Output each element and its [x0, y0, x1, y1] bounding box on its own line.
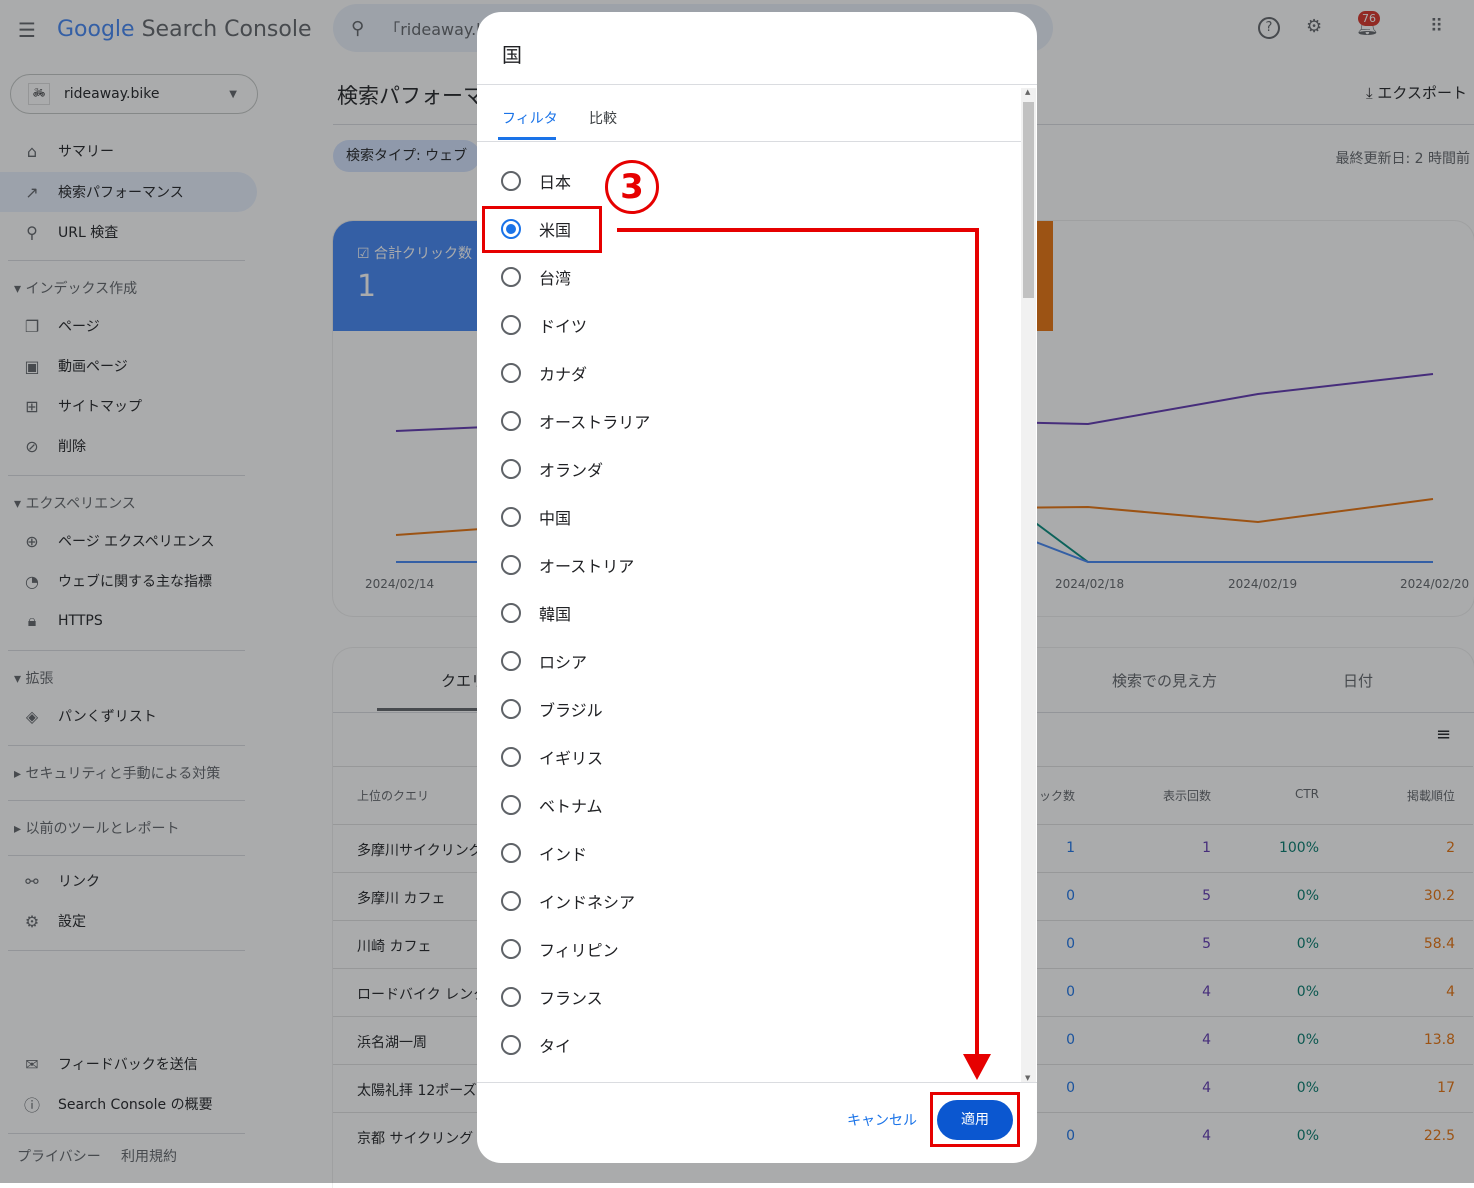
- country-option[interactable]: オランダ: [501, 445, 603, 493]
- scrollbar[interactable]: ▲ ▼: [1021, 88, 1036, 1082]
- radio-button[interactable]: [501, 651, 521, 671]
- radio-button[interactable]: [501, 411, 521, 431]
- country-label: オーストラリア: [539, 413, 651, 432]
- country-label: インドネシア: [539, 893, 636, 912]
- radio-button[interactable]: [501, 843, 521, 863]
- country-label: 日本: [539, 173, 572, 192]
- country-label: 台湾: [539, 269, 572, 288]
- radio-button[interactable]: [501, 699, 521, 719]
- country-label: ベトナム: [539, 797, 603, 816]
- scrollbar-thumb[interactable]: [1023, 102, 1034, 298]
- radio-button[interactable]: [501, 939, 521, 959]
- country-option[interactable]: イギリス: [501, 733, 603, 781]
- radio-button[interactable]: [501, 1035, 521, 1055]
- divider: [477, 1082, 1037, 1083]
- tab-indicator: [498, 137, 556, 140]
- highlight-box-us: [482, 206, 602, 253]
- country-label: フランス: [539, 989, 603, 1008]
- step-number-badge: 3: [605, 160, 659, 214]
- highlight-box-apply: [930, 1092, 1020, 1147]
- country-option[interactable]: タイ: [501, 1021, 571, 1069]
- country-option[interactable]: 中国: [501, 493, 571, 541]
- country-label: タイ: [539, 1037, 572, 1056]
- country-option[interactable]: ロシア: [501, 637, 587, 685]
- country-label: 韓国: [539, 605, 572, 624]
- divider: [477, 141, 1022, 142]
- radio-button[interactable]: [501, 987, 521, 1007]
- country-option[interactable]: ベトナム: [501, 781, 603, 829]
- radio-button[interactable]: [501, 315, 521, 335]
- radio-button[interactable]: [501, 171, 521, 191]
- scroll-up-icon[interactable]: ▲: [1025, 88, 1030, 96]
- country-label: 中国: [539, 509, 572, 528]
- country-option[interactable]: オーストラリア: [501, 397, 650, 445]
- country-label: オランダ: [539, 461, 604, 480]
- cancel-button[interactable]: キャンセル: [847, 1110, 917, 1130]
- divider: [477, 84, 1037, 85]
- country-filter-dialog: 国 フィルタ 比較 日本 米国 台湾 ドイツ カナダ オーストラリア オランダ 中国 オーストリ…: [477, 12, 1037, 1163]
- radio-button[interactable]: [501, 507, 521, 527]
- radio-button[interactable]: [501, 747, 521, 767]
- country-option[interactable]: カナダ: [501, 349, 587, 397]
- country-label: ブラジル: [539, 701, 603, 720]
- country-label: オーストリア: [539, 557, 635, 576]
- radio-button[interactable]: [501, 267, 521, 287]
- country-label: フィリピン: [539, 941, 619, 960]
- country-option[interactable]: ドイツ: [501, 301, 587, 349]
- radio-button[interactable]: [501, 363, 521, 383]
- country-label: ロシア: [539, 653, 588, 672]
- country-label: ドイツ: [539, 317, 588, 336]
- scroll-down-icon[interactable]: ▼: [1025, 1074, 1030, 1082]
- country-option[interactable]: オーストリア: [501, 541, 634, 589]
- country-option[interactable]: インド: [501, 829, 587, 877]
- radio-button[interactable]: [501, 891, 521, 911]
- country-label: カナダ: [539, 365, 588, 384]
- country-label: インド: [539, 845, 588, 864]
- country-option[interactable]: 台湾: [501, 253, 571, 301]
- radio-button[interactable]: [501, 459, 521, 479]
- radio-button[interactable]: [501, 603, 521, 623]
- tab-filter[interactable]: フィルタ: [502, 108, 558, 128]
- country-option[interactable]: フランス: [501, 973, 603, 1021]
- radio-button[interactable]: [501, 795, 521, 815]
- country-label: イギリス: [539, 749, 604, 768]
- country-option[interactable]: 韓国: [501, 589, 571, 637]
- radio-button[interactable]: [501, 555, 521, 575]
- dialog-title: 国: [502, 43, 522, 67]
- country-option[interactable]: フィリピン: [501, 925, 619, 973]
- country-option[interactable]: ブラジル: [501, 685, 603, 733]
- country-option[interactable]: インドネシア: [501, 877, 635, 925]
- tab-compare[interactable]: 比較: [589, 108, 617, 128]
- country-option[interactable]: 日本: [501, 157, 571, 205]
